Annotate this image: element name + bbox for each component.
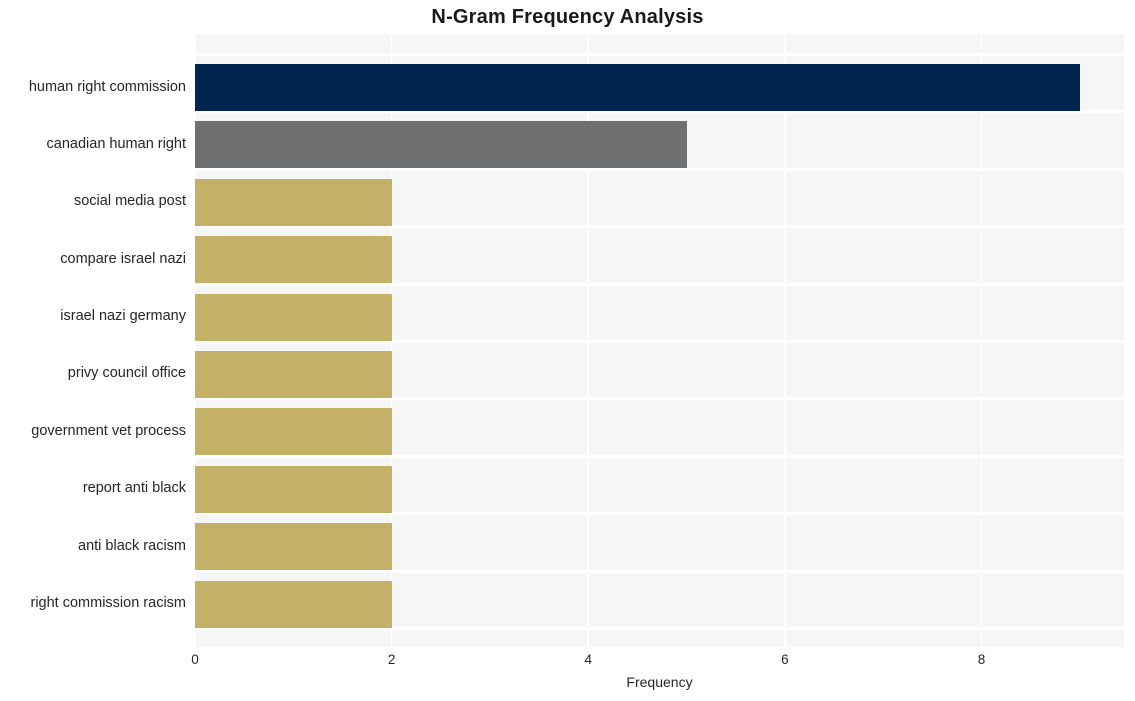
- y-axis-label: israel nazi germany: [60, 308, 186, 325]
- y-axis-label: canadian human right: [46, 135, 186, 152]
- gridline-horizontal-0: [195, 53, 1124, 56]
- bar[interactable]: [195, 350, 392, 398]
- bar[interactable]: [195, 293, 392, 341]
- y-axis-label: anti black racism: [78, 537, 186, 554]
- y-axis-label: report anti black: [82, 480, 186, 497]
- x-axis-tick-label: 8: [977, 652, 986, 667]
- y-axis-label: government vet process: [31, 422, 186, 439]
- y-axis-label: right commission racism: [30, 595, 187, 612]
- x-axis-tick-label: 2: [387, 652, 396, 667]
- y-axis-label: human right commission: [28, 78, 186, 95]
- y-axis-label: privy council office: [67, 365, 186, 382]
- x-axis-tick-label: 6: [781, 652, 789, 667]
- bar[interactable]: [195, 236, 392, 284]
- bar[interactable]: [195, 64, 1080, 111]
- bar[interactable]: [195, 178, 392, 226]
- x-axis-title: Frequency: [626, 674, 693, 690]
- bar[interactable]: [195, 408, 392, 456]
- y-axis-label: compare israel nazi: [60, 250, 186, 267]
- plot-area: [194, 34, 1124, 647]
- y-axis-label: social media post: [73, 193, 186, 210]
- chart-title: N-Gram Frequency Analysis: [431, 6, 704, 28]
- bar[interactable]: [195, 523, 392, 571]
- bar[interactable]: [195, 121, 687, 169]
- chart-container: N-Gram Frequency Analysis human right co…: [0, 0, 1135, 701]
- bar[interactable]: [195, 465, 392, 513]
- x-axis-tick-label: 0: [191, 652, 199, 667]
- bar[interactable]: [195, 580, 392, 628]
- x-axis-tick-label: 4: [584, 652, 592, 667]
